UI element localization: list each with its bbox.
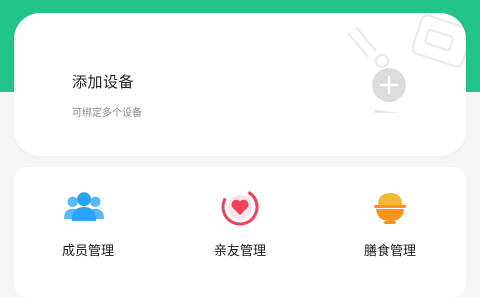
menu-label-members: 成员管理 — [61, 244, 114, 259]
menu-item-diet[interactable]: 膳食管理 — [330, 187, 450, 267]
management-menu: 成员管理 亲友管理 膳食管理 — [14, 167, 466, 297]
menu-item-members[interactable]: 成员管理 — [42, 187, 162, 267]
add-device-title: 添加设备 — [72, 73, 135, 91]
menu-item-relatives[interactable]: 亲友管理 — [180, 187, 300, 267]
add-device-card[interactable]: 添加设备 可绑定多个设备 — [14, 13, 466, 156]
menu-label-diet: 膳食管理 — [363, 244, 416, 259]
food-bowl-icon — [374, 193, 406, 224]
members-icon — [64, 192, 104, 221]
heart-icon — [221, 188, 259, 226]
plus-icon — [379, 75, 399, 95]
menu-label-relatives: 亲友管理 — [213, 244, 266, 259]
add-device-button[interactable] — [372, 68, 406, 102]
add-device-subtitle: 可绑定多个设备 — [72, 108, 142, 119]
